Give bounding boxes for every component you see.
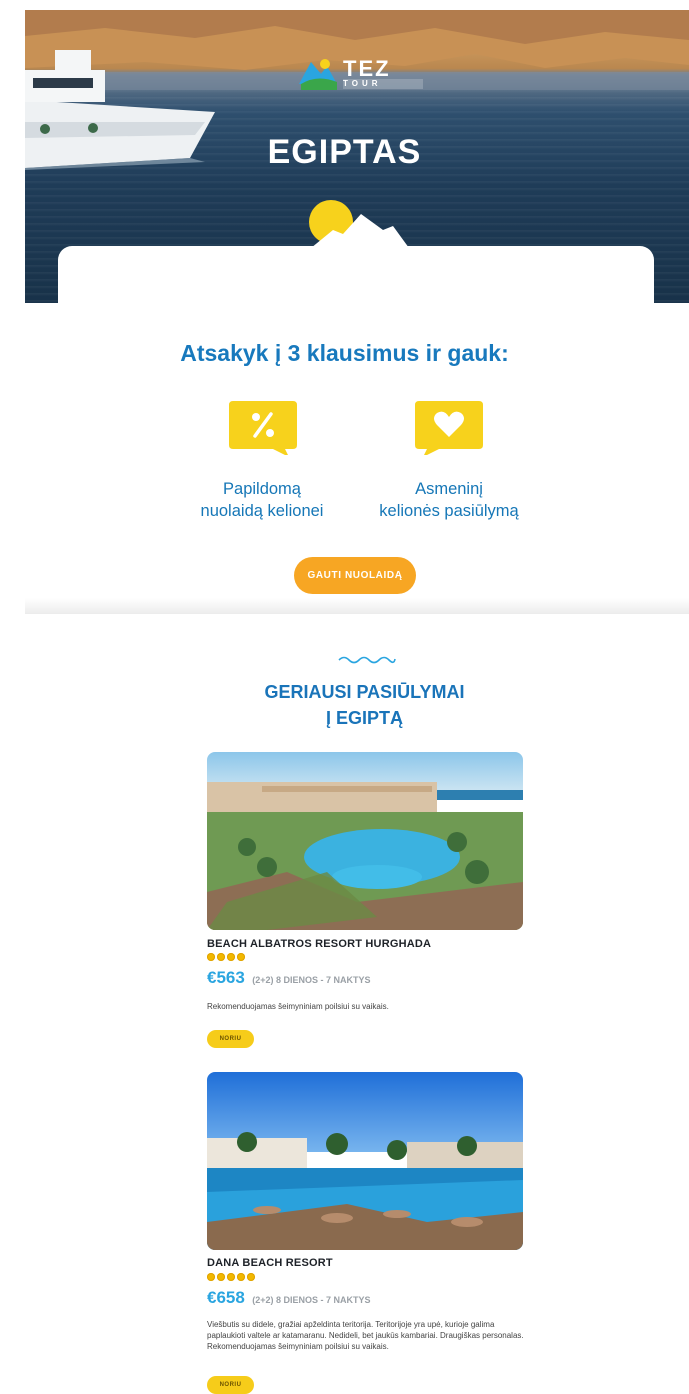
logo-wordmark: TEZ TOUR	[343, 56, 423, 89]
hotel-name[interactable]: BEACH ALBATROS RESORT HURGHADA	[207, 938, 431, 950]
star-icon	[237, 953, 245, 961]
benefit-discount-line2: nuolaidą kelionei	[200, 502, 324, 520]
promo-shadow	[25, 598, 689, 614]
price: €658	[207, 1288, 245, 1307]
hotel-name[interactable]: DANA BEACH RESORT	[207, 1257, 333, 1269]
hero-title: EGIPTAS	[267, 133, 422, 171]
offers-title: GERIAUSI PASIŪLYMAI Į EGIPTĄ	[0, 679, 689, 731]
hotel-photo-dana-beach[interactable]	[207, 1072, 523, 1250]
offers-title-line1: GERIAUSI PASIŪLYMAI	[264, 682, 465, 702]
star-icon	[237, 1273, 245, 1281]
offers-title-line2: Į EGIPTĄ	[325, 708, 403, 728]
trip-details: (2+2) 8 DIENOS - 7 NAKTYS	[252, 1295, 371, 1305]
star-icon	[247, 1273, 255, 1281]
hotel-photo-albatros[interactable]	[207, 752, 523, 930]
benefit-offer-line1: Asmeninį	[415, 480, 483, 498]
benefit-offer-line2: kelionės pasiūlymą	[379, 502, 519, 520]
star-icon	[217, 1273, 225, 1281]
percent-icon	[229, 401, 297, 455]
trip-details: (2+2) 8 DIENOS - 7 NAKTYS	[252, 975, 371, 985]
price-line: €658 (2+2) 8 DIENOS - 7 NAKTYS	[207, 1288, 371, 1308]
logo-text-top: TEZ	[343, 56, 391, 81]
wave-divider-icon	[338, 656, 396, 664]
price-line: €563 (2+2) 8 DIENOS - 7 NAKTYS	[207, 968, 371, 988]
promo-title: Atsakyk į 3 klausimus ir gauk:	[180, 340, 509, 366]
price: €563	[207, 968, 245, 987]
star-rating	[207, 1273, 255, 1283]
get-discount-button[interactable]: GAUTI NUOLAIDĄ	[294, 557, 416, 594]
hotel-description: Rekomenduojamas šeimyniniam poilsiui su …	[207, 1002, 389, 1011]
star-icon	[227, 953, 235, 961]
star-rating	[207, 953, 245, 963]
star-icon	[227, 1273, 235, 1281]
email-page: TEZ TOUR EGIPTAS Atsakyk į 3 klausimus i…	[0, 0, 689, 1394]
benefit-discount: Papildomą nuolaidą kelionei	[162, 478, 362, 522]
star-icon	[217, 953, 225, 961]
noriu-button[interactable]: NORIU	[207, 1030, 254, 1048]
benefit-discount-line1: Papildomą	[223, 480, 301, 498]
sun-mountain-icon	[309, 200, 409, 248]
star-icon	[207, 1273, 215, 1281]
heart-icon	[415, 401, 483, 455]
benefit-personal-offer: Asmeninį kelionės pasiūlymą	[349, 478, 549, 522]
hotel-description: Viešbutis su didele, gražiai apželdinta …	[207, 1320, 524, 1351]
noriu-button[interactable]: NORIU	[207, 1376, 254, 1394]
star-icon	[207, 953, 215, 961]
